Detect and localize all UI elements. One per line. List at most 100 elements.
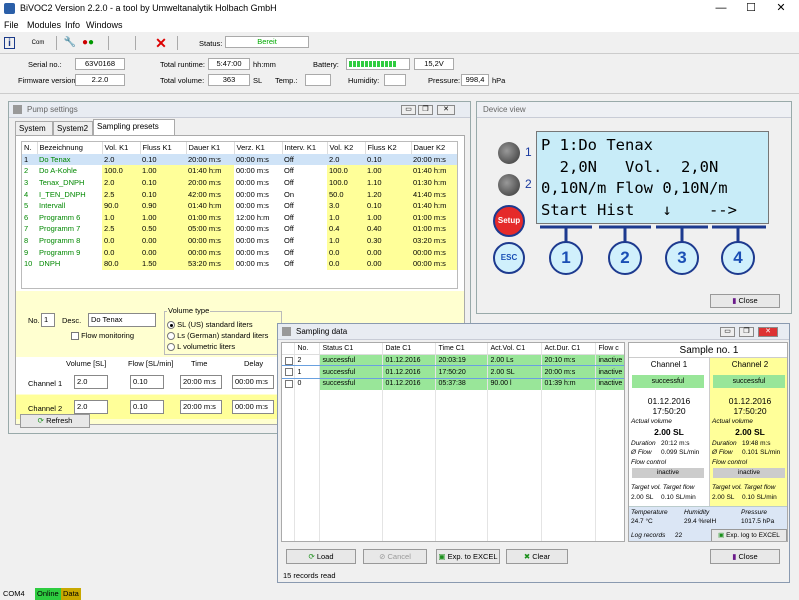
ch2-volume-input[interactable]: 2.0 [74,400,108,414]
checkbox-icon[interactable] [71,332,79,341]
presets-row[interactable]: 4 I_TEN_DNPH 2.5 0.10 42:00 m:s 00:00 m:s On 50… [22,188,457,200]
com-icon[interactable]: Com [28,35,48,51]
export-excel-button[interactable]: ▣ Exp. to EXCEL [436,549,500,564]
load-button[interactable]: ⟳ Load [286,549,356,564]
presets-row[interactable]: 5 Intervall 90.0 0.90 01:40 h:m 00:00 m:s Off 3… [22,199,457,212]
menu-info[interactable]: Info [65,20,80,30]
maximize-icon[interactable]: ☐ [736,0,766,18]
close-icon[interactable]: ✕ [758,327,778,337]
close-icon[interactable]: ✕ [766,0,796,18]
softkey-3-button[interactable]: 3 [665,241,699,275]
ch1-fc: inactive [632,468,704,478]
clear-button[interactable]: ✖ Clear [506,549,568,564]
radio-icon[interactable] [167,343,175,352]
sampling-header-cell[interactable]: Date C1 [382,343,436,356]
voltype-l-radio[interactable]: L volumetric liters [167,342,235,352]
sampling-header-cell[interactable]: Act.Vol. C1 [487,343,542,356]
tab-system2[interactable]: System2 [53,121,93,135]
presets-header-cell[interactable]: Vol. K1 [102,142,141,154]
restore-icon[interactable]: ❐ [739,327,754,337]
presets-row[interactable]: 1 Do Tenax 2.0 0.10 20:00 m:s 00:00 m:s Off 2.0… [22,153,457,166]
menu-windows[interactable]: Windows [86,20,123,30]
ch2-flow-input[interactable]: 0.10 [130,400,164,414]
channel1-label: Channel 1 [28,379,63,388]
pressure-unit: hPa [492,76,506,85]
status-bar: COM4 Online Data [0,588,799,600]
ch1-delay-input[interactable]: 00:00 m:s [232,375,274,389]
sampling-row[interactable]: 1 successful 01.12.2016 17:50:20 2.00 SL 20:0… [282,365,624,380]
ch1-flow-input[interactable]: 0.10 [130,375,164,389]
presets-row[interactable]: 3 Tenax_DNPH 2.0 0.10 20:00 m:s 00:00 m:s Off 1… [22,176,457,189]
wrench-icon[interactable]: 🔧 [62,35,78,51]
presets-row[interactable]: 7 Programm 7 2.5 0.50 05:00 m:s 00:00 m:s Off 0… [22,223,457,235]
minimize-icon[interactable]: ▭ [720,327,735,337]
checkbox-icon[interactable] [285,356,293,365]
presets-header-cell[interactable]: Fluss K1 [140,142,187,154]
presets-row[interactable]: 9 Programm 9 0.0 0.00 00:00 m:s 00:00 m:s Off 0… [22,246,457,258]
minimize-icon[interactable]: ▭ [401,105,416,115]
exp-log-button[interactable]: ▣ Exp. log to EXCEL [711,529,787,541]
presets-row[interactable]: 10 DNPH 80.0 1.50 53:20 m:s 00:00 m:s Off 0.0 0.… [22,257,457,270]
device-close-button[interactable]: ▮ Close [710,294,780,308]
sampling-row[interactable]: 0 successful 01.12.2016 05:37:38 90.00 l 01:3… [282,378,624,390]
checkbox-icon[interactable] [285,379,293,388]
empty-cell [282,494,295,507]
row-checkbox-cell[interactable] [282,366,295,379]
sampling-cell: 2.00 SL [487,366,542,379]
presets-header-cell[interactable]: Vol. K2 [327,142,366,154]
desc-input[interactable]: Do Tenax [88,313,156,327]
presets-header-cell[interactable]: Dauer K2 [411,142,457,154]
minimize-icon[interactable]: — [706,0,736,18]
ch2-delay-input[interactable]: 00:00 m:s [232,400,274,414]
presets-header-cell[interactable]: Fluss K2 [365,142,412,154]
window-icon [282,327,291,336]
sampling-header-cell[interactable]: Act.Dur. C1 [541,343,596,356]
row-checkbox-cell[interactable] [282,378,295,390]
ch1-volume-input[interactable]: 2.0 [74,375,108,389]
presets-header-cell[interactable]: Bezeichnung [37,142,103,154]
info-icon[interactable]: i [4,37,15,49]
empty-cell [319,530,383,541]
presets-row[interactable]: 2 Do A-Kohle 100.0 1.00 01:40 h:m 00:00 m:s Of… [22,165,457,177]
dots-icon[interactable]: ●● [80,35,96,51]
presets-row[interactable]: 6 Programm 6 1.0 1.00 01:00 m:s 12:00 h:m Off 1… [22,211,457,224]
radio-icon[interactable] [167,321,175,330]
restore-icon[interactable]: ❐ [418,105,433,115]
softkey-1-button[interactable]: 1 [549,241,583,275]
softkey-2-button[interactable]: 2 [608,241,642,275]
voltype-sl-radio[interactable]: SL (US) standard liters [167,320,253,330]
presets-header-cell[interactable]: Interv. K1 [282,142,328,154]
presets-header-cell[interactable]: Verz. K1 [234,142,283,154]
flow-monitoring-checkbox[interactable]: Flow monitoring [71,331,134,341]
sampling-header-cell[interactable]: Status C1 [319,343,383,356]
presets-cell: 20:00 m:s [186,153,234,166]
refresh-button[interactable]: ⟳ Refresh [20,414,90,428]
ch2-time: 17:50:20 [733,406,767,416]
close-icon[interactable]: ✕ [437,105,455,115]
stop-icon[interactable]: ✕ [153,35,169,51]
presets-header-cell[interactable]: N. [22,142,38,154]
menu-modules[interactable]: Modules [27,20,61,30]
sampling-header-cell[interactable]: Flow c [595,343,624,356]
sampling-header-cell[interactable]: No. [294,343,320,356]
ch2-time-input[interactable]: 20:00 m:s [180,400,222,414]
tab-system[interactable]: System [15,121,53,135]
esc-button[interactable]: ESC [493,242,525,274]
presets-row[interactable]: 8 Programm 8 0.0 0.00 00:00 m:s 00:00 m:s Off 1… [22,234,457,247]
setup-button[interactable]: Setup [493,205,525,237]
checkbox-icon[interactable] [285,368,293,377]
ch1-time-input[interactable]: 20:00 m:s [180,375,222,389]
tab-sampling-presets[interactable]: Sampling presets [93,119,175,135]
softkey-4-button[interactable]: 4 [721,241,755,275]
cancel-button[interactable]: ⊘ Cancel [363,549,427,564]
presets-header-cell[interactable]: Dauer K1 [186,142,235,154]
sampling-header-cell[interactable]: Time C1 [435,343,488,356]
menu-file[interactable]: File [4,20,19,30]
sampling-close-button[interactable]: ▮ Close [710,549,780,564]
presets-cell: 10 [24,259,33,269]
sampling-row[interactable]: 2 successful 01.12.2016 20:03:19 2.00 Ls 20:1… [282,354,624,367]
radio-icon[interactable] [167,332,175,341]
voltype-ls-radio[interactable]: Ls (German) standard liters [167,331,268,341]
no-input[interactable]: 1 [41,313,55,327]
row-checkbox-cell[interactable] [282,354,295,367]
